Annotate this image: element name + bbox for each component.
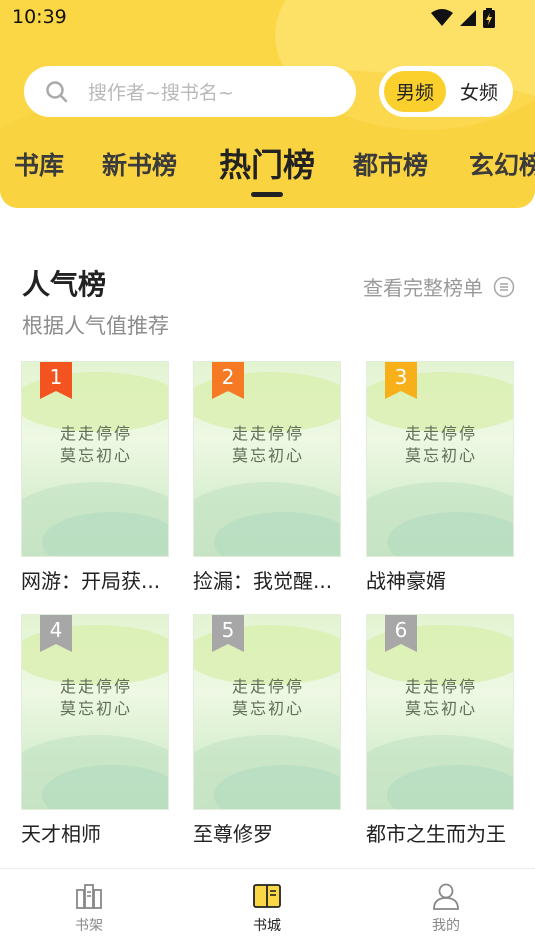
rank-badge: 6 xyxy=(385,615,417,652)
book-cover[interactable]: 走走停停莫忘初心 4 xyxy=(21,614,169,810)
book-cover[interactable]: 走走停停莫忘初心 1 xyxy=(21,361,169,557)
book-card[interactable]: 走走停停莫忘初心 5 至尊修罗 xyxy=(193,614,341,847)
rank-number: 5 xyxy=(221,618,235,642)
cover-text: 走走停停 xyxy=(405,424,478,443)
book-cover[interactable]: 走走停停莫忘初心 5 xyxy=(193,614,341,810)
bottom-nav: 书架 书城 我的 xyxy=(0,868,535,951)
battery-icon xyxy=(483,8,495,28)
profile-icon xyxy=(433,883,459,910)
rank-badge: 4 xyxy=(40,615,72,652)
tab-indicator xyxy=(251,192,283,197)
header: 10:39 搜作者~搜书名~ 男频 女频 书库 新书榜 热门榜 都市榜 玄幻榜 xyxy=(0,0,535,208)
book-title[interactable]: 天才相师 xyxy=(21,818,169,847)
cover-text: 走走停停 xyxy=(60,677,133,696)
book-cover[interactable]: 走走停停莫忘初心 2 xyxy=(193,361,341,557)
view-all-label: 查看完整榜单 xyxy=(363,276,483,300)
book-card[interactable]: 走走停停莫忘初心 3 战神豪婿 xyxy=(366,361,514,594)
book-card[interactable]: 走走停停莫忘初心 6 都市之生而为王 xyxy=(366,614,514,847)
rank-badge: 3 xyxy=(385,362,417,399)
cover-text: 莫忘初心 xyxy=(405,446,478,465)
tab-new-books[interactable]: 新书榜 xyxy=(102,146,177,182)
nav-label: 书城 xyxy=(253,918,281,934)
nav-label: 书架 xyxy=(75,918,103,934)
gender-male-button[interactable]: 男频 xyxy=(384,71,446,112)
rank-number: 1 xyxy=(49,365,63,389)
signal-icon xyxy=(460,10,476,26)
rank-number: 4 xyxy=(49,618,63,642)
search-input[interactable]: 搜作者~搜书名~ xyxy=(24,66,356,117)
tab-library[interactable]: 书库 xyxy=(14,146,64,182)
gender-toggle: 男频 女频 xyxy=(379,66,513,117)
cover-text: 走走停停 xyxy=(60,424,133,443)
list-menu-icon xyxy=(493,276,515,297)
tab-urban[interactable]: 都市榜 xyxy=(353,146,428,182)
book-card[interactable]: 走走停停莫忘初心 2 捡漏：我觉醒... xyxy=(193,361,341,594)
rank-badge: 5 xyxy=(212,615,244,652)
category-tabs: 书库 新书榜 热门榜 都市榜 玄幻榜 xyxy=(0,140,535,200)
cover-text: 走走停停 xyxy=(232,424,305,443)
status-icons xyxy=(431,8,495,28)
book-cover[interactable]: 走走停停莫忘初心 3 xyxy=(366,361,514,557)
book-title[interactable]: 至尊修罗 xyxy=(193,818,341,847)
cover-text: 莫忘初心 xyxy=(60,446,133,465)
rank-number: 2 xyxy=(221,365,235,389)
status-time: 10:39 xyxy=(12,6,67,28)
rank-number: 6 xyxy=(394,618,408,642)
nav-label: 我的 xyxy=(432,918,460,934)
status-bar: 10:39 xyxy=(0,0,535,38)
cover-text: 走走停停 xyxy=(405,677,478,696)
cover-text: 莫忘初心 xyxy=(405,699,478,718)
wifi-icon xyxy=(431,9,453,26)
nav-bookstore[interactable]: 书城 xyxy=(237,881,297,935)
cover-text: 莫忘初心 xyxy=(232,699,305,718)
book-title[interactable]: 战神豪婿 xyxy=(366,565,514,594)
section-title: 人气榜 xyxy=(22,268,107,301)
book-card[interactable]: 走走停停莫忘初心 1 网游：开局获... xyxy=(21,361,169,594)
book-cover[interactable]: 走走停停莫忘初心 6 xyxy=(366,614,514,810)
rank-number: 3 xyxy=(394,365,408,389)
tab-fantasy[interactable]: 玄幻榜 xyxy=(469,146,535,182)
book-store-icon xyxy=(253,884,281,908)
view-all-button[interactable]: 查看完整榜单 xyxy=(363,272,515,301)
book-card[interactable]: 走走停停莫忘初心 4 天才相师 xyxy=(21,614,169,847)
nav-profile[interactable]: 我的 xyxy=(416,881,476,935)
nav-bookshelf[interactable]: 书架 xyxy=(59,881,119,935)
rank-badge: 1 xyxy=(40,362,72,399)
cover-text: 走走停停 xyxy=(232,677,305,696)
book-title[interactable]: 网游：开局获... xyxy=(21,565,169,594)
book-title[interactable]: 捡漏：我觉醒... xyxy=(193,565,341,594)
search-icon xyxy=(46,80,68,102)
tab-hot[interactable]: 热门榜 xyxy=(219,140,315,186)
bookshelf-icon xyxy=(76,884,102,909)
gender-female-button[interactable]: 女频 xyxy=(449,71,509,112)
search-placeholder: 搜作者~搜书名~ xyxy=(88,82,234,104)
rank-badge: 2 xyxy=(212,362,244,399)
section-subtitle: 根据人气值推荐 xyxy=(22,314,169,338)
book-title[interactable]: 都市之生而为王 xyxy=(366,818,514,847)
cover-text: 莫忘初心 xyxy=(60,699,133,718)
cover-text: 莫忘初心 xyxy=(232,446,305,465)
